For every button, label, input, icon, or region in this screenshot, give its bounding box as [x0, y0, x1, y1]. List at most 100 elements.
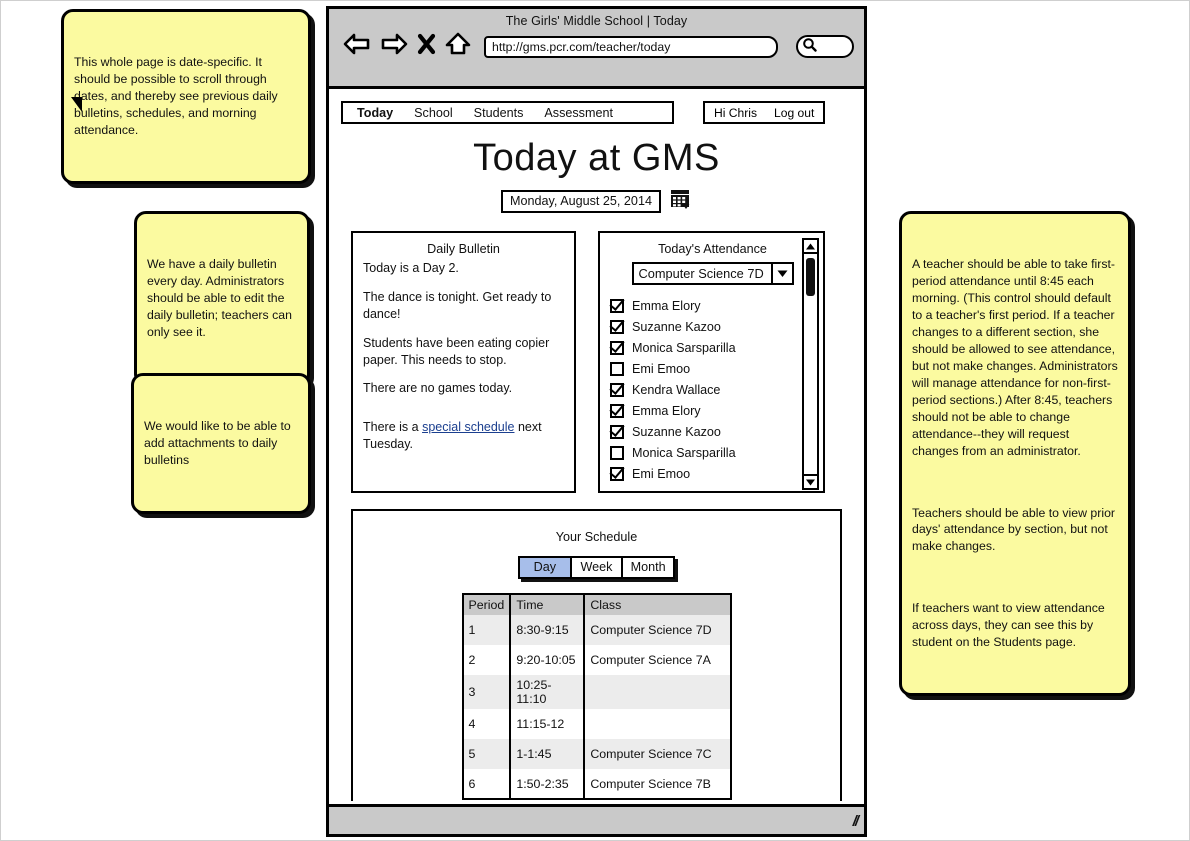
cell-period: 2	[462, 645, 512, 675]
date-field[interactable]: Monday, August 25, 2014	[501, 190, 661, 213]
daily-bulletin-body: Today is a Day 2. The dance is tonight. …	[363, 260, 564, 453]
student-name: Emi Emoo	[632, 466, 691, 481]
tab-school[interactable]: School	[414, 106, 453, 120]
url-bar[interactable]: http://gms.pcr.com/teacher/today	[484, 35, 778, 58]
bulletin-paragraph: There are no games today.	[363, 381, 513, 396]
student-name: Kendra Wallace	[632, 382, 721, 397]
wireframe-canvas: This whole page is date-specific. It sho…	[0, 0, 1190, 841]
roster-item[interactable]: Suzanne Kazoo	[610, 316, 815, 337]
daily-bulletin-heading: Daily Bulletin	[427, 242, 500, 256]
home-icon[interactable]	[445, 32, 471, 61]
cell-period: 5	[462, 739, 512, 769]
cell-class: Computer Science 7B	[590, 776, 711, 791]
attendance-checkbox[interactable]	[610, 361, 624, 376]
note-date-specific-text: This whole page is date-specific. It sho…	[74, 54, 282, 137]
search-input[interactable]	[796, 35, 854, 58]
cell-period: 6	[462, 769, 512, 799]
student-name: Suzanne Kazoo	[632, 319, 721, 334]
column-header-class: Class	[584, 594, 731, 615]
calendar-icon[interactable]	[670, 188, 692, 215]
table-row[interactable]: 2 9:20-10:05 Computer Science 7A	[462, 645, 731, 675]
attendance-checkbox[interactable]	[610, 319, 624, 334]
forward-arrow-icon[interactable]	[380, 32, 408, 61]
roster-item[interactable]: Emi Emoo	[610, 358, 815, 379]
page-content: Today School Students Assessment Hi Chri…	[329, 92, 864, 801]
table-row[interactable]: 5 1-1:45 Computer Science 7C	[462, 739, 731, 769]
schedule-header-row: Period Time Class	[462, 594, 731, 615]
schedule-panel: Your Schedule Day Week Month Period Time…	[351, 509, 842, 801]
roster-item[interactable]: Suzanne Kazoo	[610, 421, 815, 442]
cell-period: 4	[462, 709, 512, 739]
tab-assessment[interactable]: Assessment	[544, 106, 613, 120]
top-navigation: Today School Students Assessment Hi Chri…	[341, 101, 852, 124]
cell-class: Computer Science 7D	[584, 615, 731, 645]
browser-window: The Girls' Middle School | Today http://…	[326, 6, 867, 837]
schedule-table: Period Time Class 1 8:30-9:15 Computer S…	[461, 593, 732, 800]
chevron-down-icon	[770, 264, 792, 283]
attendance-checkbox[interactable]	[610, 382, 624, 397]
bulletin-link-paragraph: There is a special schedule next Tuesday…	[363, 419, 564, 453]
date-row: Monday, August 25, 2014	[341, 188, 852, 215]
back-arrow-icon[interactable]	[343, 32, 371, 61]
attendance-checkbox[interactable]	[610, 403, 624, 418]
schedule-view-month[interactable]: Month	[623, 558, 673, 577]
cell-time: 10:25-11:10	[510, 675, 586, 709]
student-name: Monica Sarsparilla	[632, 340, 736, 355]
table-row[interactable]: 1 8:30-9:15 Computer Science 7D	[462, 615, 731, 645]
note-daily-bulletin: We have a daily bulletin every day. Admi…	[134, 211, 310, 386]
scrollbar-thumb[interactable]	[806, 258, 815, 296]
url-text: http://gms.pcr.com/teacher/today	[492, 39, 671, 54]
roster-item[interactable]: Monica Sarsparilla	[610, 442, 815, 463]
special-schedule-link[interactable]: special schedule	[422, 420, 514, 434]
note-attendance-rules: A teacher should be able to take first-p…	[899, 211, 1131, 697]
roster-item[interactable]: Monica Sarsparilla	[610, 337, 815, 358]
attendance-checkbox[interactable]	[610, 424, 624, 439]
attendance-checkbox[interactable]	[610, 340, 624, 355]
section-select-value: Computer Science 7D	[638, 266, 764, 281]
cell-time: 1:50-2:35	[510, 769, 586, 799]
section-select[interactable]: Computer Science 7D	[631, 262, 794, 285]
attendance-checkbox[interactable]	[610, 445, 624, 460]
student-name: Emma Elory	[632, 403, 701, 418]
close-x-icon[interactable]	[417, 32, 436, 61]
logout-link[interactable]: Log out	[774, 106, 814, 120]
attendance-scrollbar[interactable]	[802, 238, 819, 490]
attendance-panel: Today's Attendance Computer Science 7D E…	[598, 231, 825, 493]
tab-students[interactable]: Students	[474, 106, 524, 120]
cell-time: 9:20-10:05	[510, 645, 586, 675]
note-attachments-text: We would like to be able to add attachme…	[144, 418, 295, 467]
attendance-checkbox[interactable]	[610, 466, 624, 481]
note-date-specific: This whole page is date-specific. It sho…	[61, 9, 311, 184]
resize-grip-icon[interactable]: //	[853, 813, 860, 830]
user-session-box: Hi Chris Log out	[703, 101, 826, 124]
scroll-up-arrow-icon[interactable]	[804, 240, 817, 254]
student-name: Suzanne Kazoo	[632, 424, 721, 439]
student-name: Monica Sarsparilla	[632, 445, 736, 460]
attendance-checkbox[interactable]	[610, 298, 624, 313]
browser-window-title: The Girls' Middle School | Today	[505, 14, 688, 28]
bulletin-link-prefix: There is a	[363, 420, 423, 435]
note-attendance-rules-p2: Teachers should be able to view prior da…	[912, 505, 1119, 554]
roster-item[interactable]: Emma Elory	[610, 295, 815, 316]
student-name: Emma Elory	[632, 298, 701, 313]
table-row[interactable]: 4 11:15-12	[462, 709, 731, 739]
note-attendance-rules-p1: A teacher should be able to take first-p…	[912, 256, 1122, 458]
cell-class: Computer Science 7A	[590, 653, 711, 667]
roster-item[interactable]: Emma Elory	[610, 400, 815, 421]
schedule-view-week[interactable]: Week	[572, 558, 624, 577]
note-date-specific-tail	[71, 97, 82, 112]
table-row[interactable]: 3 10:25-11:10	[462, 675, 731, 709]
roster-item[interactable]: Emi Emoo	[610, 463, 815, 484]
bulletin-paragraph: Today is a Day 2.	[363, 261, 459, 275]
tab-today[interactable]: Today	[357, 106, 393, 120]
note-daily-bulletin-text: We have a daily bulletin every day. Admi…	[147, 256, 296, 339]
bulletin-paragraph: Students have been eating copier paper. …	[363, 335, 550, 367]
attendance-roster: Emma Elory Suzanne Kazoo Monica Sarspari…	[610, 295, 815, 484]
roster-item[interactable]: Kendra Wallace	[610, 379, 815, 400]
schedule-view-day[interactable]: Day	[520, 558, 572, 577]
cell-class: Computer Science 7C	[584, 739, 731, 769]
cell-class	[584, 675, 731, 709]
table-row[interactable]: 6 1:50-2:35 Computer Science 7B	[462, 769, 731, 799]
cell-period: 1	[462, 615, 512, 645]
scroll-down-arrow-icon[interactable]	[804, 474, 817, 488]
